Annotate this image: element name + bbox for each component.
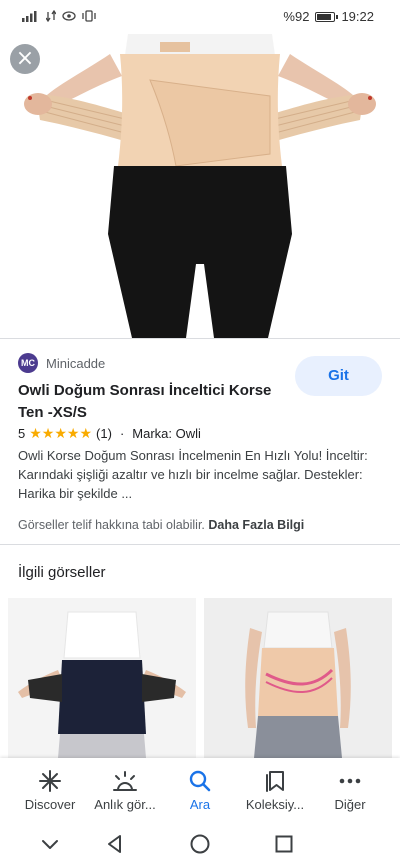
separator: · (119, 426, 125, 441)
status-bar: %92 19:22 (0, 0, 400, 34)
nav-collections[interactable]: Koleksiy... (235, 758, 315, 820)
nav-label: Discover (24, 797, 76, 812)
related-images-title: İlgili görseller (18, 564, 106, 581)
nav-label: Koleksiy... (245, 797, 305, 812)
asterisk-icon (39, 770, 61, 792)
rating-row: 5 ★ ★ ★ ★ ★ (1) · Marka: Owli (18, 426, 201, 441)
product-title[interactable]: Owli Doğum Sonrası İnceltici Korse Ten -… (18, 380, 280, 424)
clock: 19:22 (341, 9, 374, 24)
status-right: %92 19:22 (283, 9, 374, 24)
snapshot-icon (113, 771, 137, 791)
brand: Marka: Owli (132, 426, 201, 441)
bottom-navigation: Discover Anlık gör... Ara Koleksiy... Di… (0, 758, 400, 820)
search-icon (189, 770, 211, 792)
black-belt-illustration (8, 598, 196, 758)
divider (0, 544, 400, 545)
more-icon (339, 778, 361, 784)
vibrate-icon (82, 10, 96, 22)
more-info-link[interactable]: Daha Fazla Bilgi (208, 518, 304, 532)
review-count: (1) (96, 426, 112, 441)
star-icon: ★ (66, 425, 80, 442)
chevron-down-icon[interactable] (38, 832, 62, 856)
home-icon[interactable] (188, 832, 212, 856)
status-icons (22, 10, 96, 22)
nav-discover[interactable]: Discover (10, 758, 90, 820)
nav-label: Anlık gör... (94, 797, 156, 812)
battery-icon (315, 11, 339, 22)
star-icon: ★ (41, 425, 55, 442)
back-icon[interactable] (103, 832, 127, 856)
signal-icon (22, 11, 37, 22)
data-icon (46, 10, 56, 22)
product-image[interactable] (0, 34, 400, 338)
corset-model-illustration (0, 34, 400, 338)
nav-label: Diğer (334, 797, 366, 812)
close-icon: × (15, 46, 35, 71)
related-image-2[interactable] (204, 598, 392, 758)
beige-corset-illustration (204, 598, 392, 758)
recents-icon[interactable] (272, 832, 296, 856)
divider (0, 338, 400, 339)
rating-stars: ★ ★ ★ ★ ★ (29, 427, 92, 441)
product-description: Owli Korse Doğum Sonrası İncelmenin En H… (18, 448, 368, 501)
related-image-1[interactable] (8, 598, 196, 758)
collections-icon (266, 771, 284, 792)
star-icon: ★ (29, 425, 42, 442)
copyright-text: Görseller telif hakkına tabi olabilir. (18, 518, 205, 532)
nav-more[interactable]: Diğer (310, 758, 390, 820)
copyright-notice: Görseller telif hakkına tabi olabilir. D… (18, 518, 304, 532)
close-button[interactable]: × (10, 44, 40, 74)
star-icon: ★ (54, 425, 67, 442)
source-name: Minicadde (46, 355, 106, 371)
battery-percent: %92 (283, 9, 310, 24)
source-row[interactable]: MC Minicadde (18, 353, 105, 373)
nav-label: Ara (189, 797, 211, 812)
source-logo: MC (18, 353, 38, 373)
star-icon: ★ (79, 425, 93, 442)
system-navigation (0, 820, 400, 866)
rating-value: 5 (18, 426, 26, 441)
nav-snapshot[interactable]: Anlık gör... (85, 758, 165, 820)
nav-search[interactable]: Ara (160, 758, 240, 820)
visit-button[interactable]: Git (295, 356, 382, 396)
eye-comfort-icon (62, 11, 76, 21)
